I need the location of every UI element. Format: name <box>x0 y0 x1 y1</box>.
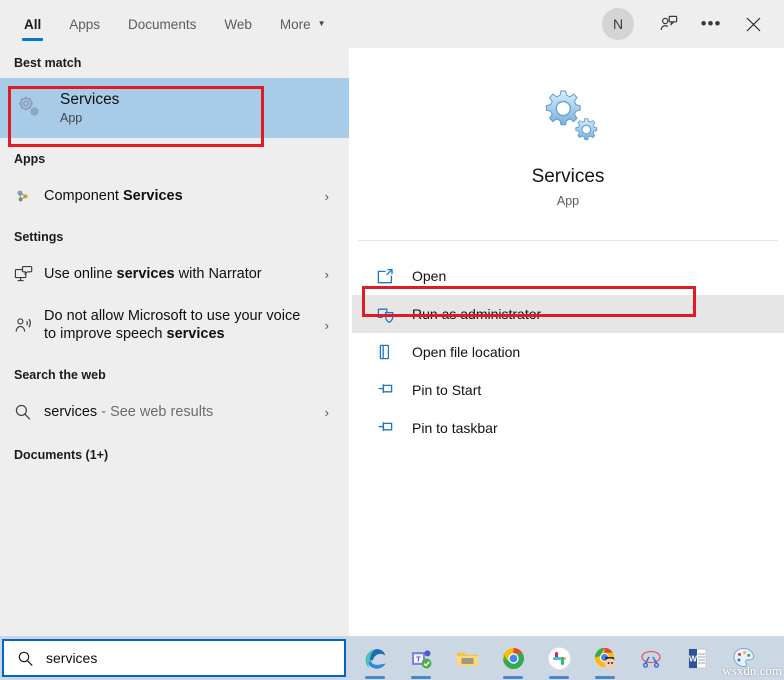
app-preview-panel: Services App Open Run as administrator O… <box>352 52 784 636</box>
taskbar-microsoft-word[interactable]: W <box>674 636 720 680</box>
svg-text:W: W <box>688 653 697 663</box>
taskbar: services T W wsxdn.com <box>0 636 784 680</box>
action-pin-to-start[interactable]: Pin to Start <box>352 371 784 409</box>
result-web-search-services[interactable]: services - See web results › <box>0 390 349 434</box>
best-match-type: App <box>60 111 83 125</box>
taskbar-slack[interactable] <box>536 636 582 680</box>
tab-more[interactable]: More ▼ <box>266 0 340 48</box>
taskbar-file-explorer[interactable] <box>444 636 490 680</box>
action-pin-to-taskbar[interactable]: Pin to taskbar <box>352 409 784 447</box>
app-preview-type: App <box>556 193 580 208</box>
tab-apps[interactable]: Apps <box>55 0 114 48</box>
taskbar-app-buttons: T W <box>352 636 766 680</box>
taskbar-microsoft-teams[interactable]: T <box>398 636 444 680</box>
best-match-text: Services App <box>60 91 119 125</box>
action-run-as-administrator[interactable]: Run as administrator <box>352 295 784 333</box>
windows-search-flyout: All Apps Documents Web More ▼ N ••• Best… <box>0 0 784 680</box>
pin-icon <box>376 419 412 438</box>
taskbar-chrome-profile[interactable] <box>582 636 628 680</box>
speech-person-icon <box>14 316 44 335</box>
chevron-right-icon[interactable]: › <box>325 318 329 333</box>
action-open-file-location[interactable]: Open file location <box>352 333 784 371</box>
folder-location-icon <box>376 343 412 361</box>
action-label: Pin to taskbar <box>412 420 498 436</box>
chevron-right-icon[interactable]: › <box>325 405 329 420</box>
watermark: wsxdn.com <box>722 663 782 678</box>
result-label: services - See web results <box>44 403 214 420</box>
taskbar-running-indicator <box>595 676 615 679</box>
search-results-panel: Best match Services App Apps Component S… <box>0 48 349 636</box>
taskbar-running-indicator <box>549 676 569 679</box>
tab-all[interactable]: All <box>10 0 55 48</box>
tab-active-underline <box>22 38 44 41</box>
result-label: Do not allow Microsoft to use your voice… <box>44 307 301 342</box>
taskbar-running-indicator <box>503 676 523 679</box>
taskbar-search-box[interactable]: services <box>2 639 346 677</box>
close-icon[interactable] <box>736 5 770 43</box>
taskbar-snipping-tool[interactable] <box>628 636 674 680</box>
action-open[interactable]: Open <box>352 257 784 295</box>
shield-admin-icon <box>376 305 412 324</box>
services-gears-icon <box>537 85 599 152</box>
chevron-right-icon[interactable]: › <box>325 189 329 204</box>
search-icon <box>4 650 46 667</box>
header-actions: N ••• <box>602 0 784 48</box>
result-label: Component Services <box>44 187 183 204</box>
taskbar-running-indicator <box>411 676 431 679</box>
avatar-initial: N <box>612 16 624 32</box>
action-label: Open file location <box>412 344 521 360</box>
result-speech-services-privacy[interactable]: Do not allow Microsoft to use your voice… <box>0 296 349 354</box>
tab-web[interactable]: Web <box>210 0 266 48</box>
result-label: Use online services with Narrator <box>44 265 262 282</box>
documents-heading: Documents (1+) <box>14 448 109 462</box>
narrator-screen-icon <box>14 265 44 284</box>
tab-all-label: All <box>24 16 42 32</box>
best-match-name: Services <box>60 91 120 108</box>
component-services-icon <box>14 187 44 205</box>
result-narrator-online-services[interactable]: Use online services with Narrator › <box>0 252 349 296</box>
search-header: All Apps Documents Web More ▼ N ••• <box>0 0 784 48</box>
result-component-services[interactable]: Component Services › <box>0 174 349 218</box>
taskbar-microsoft-edge[interactable] <box>352 636 398 680</box>
svg-text:T: T <box>416 654 421 663</box>
tab-apps-label: Apps <box>69 16 101 32</box>
tab-documents-label: Documents <box>128 16 197 32</box>
app-preview-name: Services <box>531 165 605 187</box>
services-gears-icon <box>14 91 60 126</box>
app-actions-list: Open Run as administrator Open file loca… <box>352 241 784 447</box>
best-match-heading: Best match <box>14 56 82 70</box>
action-label: Open <box>412 268 447 284</box>
search-input-value: services <box>46 650 98 666</box>
apps-heading: Apps <box>14 152 46 166</box>
chevron-right-icon[interactable]: › <box>325 267 329 282</box>
taskbar-running-indicator <box>365 676 385 679</box>
person-feedback-icon[interactable] <box>652 5 686 43</box>
taskbar-google-chrome[interactable] <box>490 636 536 680</box>
search-filter-tabs: All Apps Documents Web More ▼ <box>10 0 340 48</box>
ellipsis-icon[interactable]: ••• <box>694 5 728 43</box>
search-web-heading: Search the web <box>14 368 106 382</box>
result-best-match-services[interactable]: Services App <box>0 78 349 138</box>
search-icon <box>14 403 44 421</box>
tab-documents[interactable]: Documents <box>114 0 210 48</box>
chevron-down-icon: ▼ <box>317 19 326 28</box>
tab-more-label: More <box>279 16 311 32</box>
action-label: Pin to Start <box>412 382 482 398</box>
settings-heading: Settings <box>14 230 64 244</box>
tab-web-label: Web <box>224 16 252 32</box>
avatar[interactable]: N <box>602 8 634 40</box>
app-preview-header: Services App <box>352 52 784 240</box>
pin-icon <box>376 381 412 400</box>
action-label: Run as administrator <box>412 306 542 322</box>
open-window-icon <box>376 267 412 285</box>
